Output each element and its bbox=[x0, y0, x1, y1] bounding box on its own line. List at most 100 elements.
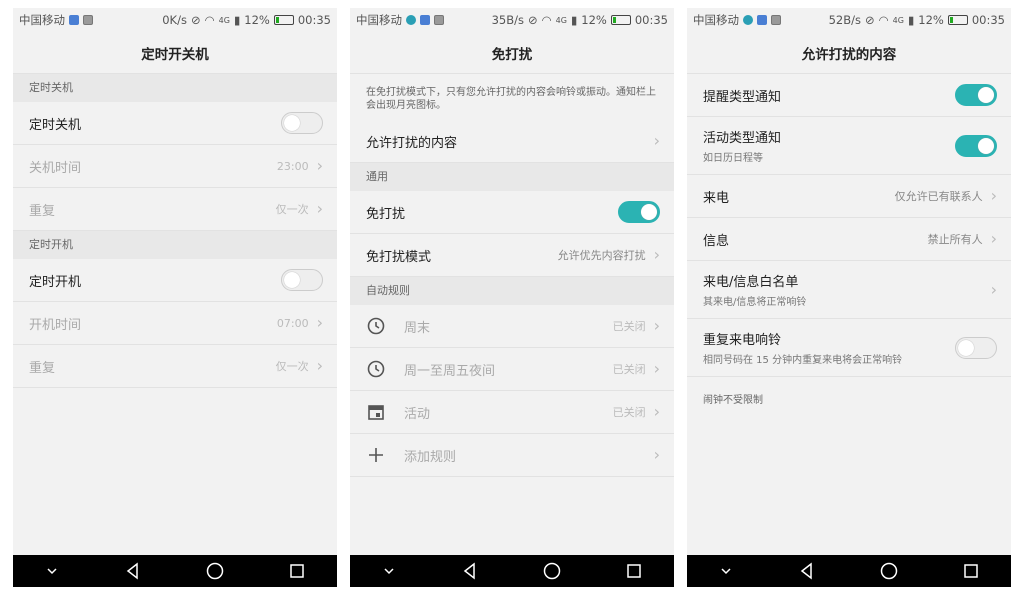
page-title: 免打扰 bbox=[350, 32, 674, 74]
clock-icon bbox=[366, 359, 386, 379]
rule-weeknight-row[interactable]: 周一至周五夜间 已关闭 › bbox=[350, 348, 674, 391]
navigation-bar bbox=[13, 555, 337, 587]
messages-row[interactable]: 信息 禁止所有人 › bbox=[687, 218, 1011, 261]
row-label: 定时开机 bbox=[29, 274, 82, 290]
carrier-label: 中国移动 bbox=[356, 13, 402, 27]
dnd-toggle[interactable] bbox=[618, 201, 660, 223]
row-subtitle: 其来电/信息将正常响铃 bbox=[703, 297, 807, 308]
row-value: 允许优先内容打扰 bbox=[557, 249, 646, 262]
signal-icon: ▮ bbox=[907, 13, 915, 27]
chevron-right-icon: › bbox=[990, 186, 997, 205]
page-title: 允许打扰的内容 bbox=[687, 32, 1011, 74]
row-label: 周末 bbox=[404, 320, 431, 336]
plus-icon bbox=[366, 445, 386, 465]
clock: 00:35 bbox=[971, 13, 1005, 27]
moon-icon bbox=[743, 15, 753, 25]
notification-icon bbox=[69, 15, 79, 25]
home-icon[interactable] bbox=[206, 562, 224, 580]
mute-icon: ⊘ bbox=[527, 13, 538, 27]
rule-weekend-row[interactable]: 周末 已关闭 › bbox=[350, 305, 674, 348]
shutdown-repeat-row[interactable]: 重复 仅一次 › bbox=[13, 188, 337, 231]
boot-repeat-row[interactable]: 重复 仅一次 › bbox=[13, 345, 337, 388]
back-icon[interactable] bbox=[461, 562, 479, 580]
chevron-right-icon: › bbox=[316, 356, 323, 375]
event-notifications-toggle[interactable] bbox=[955, 134, 997, 157]
row-label: 重复 bbox=[29, 360, 56, 376]
scheduled-shutdown-toggle[interactable] bbox=[281, 112, 323, 134]
network-type: 4G bbox=[892, 15, 904, 25]
calls-row[interactable]: 来电 仅允许已有联系人 › bbox=[687, 175, 1011, 218]
mute-icon: ⊘ bbox=[864, 13, 875, 27]
scheduled-boot-toggle[interactable] bbox=[281, 269, 323, 291]
recents-icon[interactable] bbox=[626, 563, 642, 579]
back-icon[interactable] bbox=[124, 562, 142, 580]
row-label: 重复来电响铃 bbox=[703, 333, 782, 348]
screen-allowed-content: 中国移动 52B/s ⊘ ◠ 4G ▮ 12% 00:35 允许打扰的内容 提醒… bbox=[687, 8, 1011, 587]
event-notifications-row[interactable]: 活动类型通知 如日历日程等 bbox=[687, 117, 1011, 175]
navigation-bar bbox=[687, 555, 1011, 587]
gallery-icon bbox=[771, 15, 781, 25]
chevron-right-icon: › bbox=[653, 245, 660, 264]
boot-time-row[interactable]: 开机时间 07:00 › bbox=[13, 302, 337, 345]
row-subtitle: 如日历日程等 bbox=[703, 153, 763, 164]
battery-icon bbox=[610, 15, 631, 25]
screen-do-not-disturb: 中国移动 35B/s ⊘ ◠ 4G ▮ 12% 00:35 免打扰 在免打扰模式… bbox=[350, 8, 674, 587]
chevron-right-icon: › bbox=[316, 313, 323, 332]
battery-icon bbox=[947, 15, 968, 25]
row-label: 来电 bbox=[703, 190, 730, 206]
recents-icon[interactable] bbox=[289, 563, 305, 579]
chevron-right-icon: › bbox=[653, 131, 660, 150]
row-label: 定时关机 bbox=[29, 117, 82, 133]
row-label: 开机时间 bbox=[29, 317, 82, 333]
dnd-row[interactable]: 免打扰 bbox=[350, 191, 674, 234]
recents-icon[interactable] bbox=[963, 563, 979, 579]
mute-icon: ⊘ bbox=[190, 13, 201, 27]
signal-icon: ▮ bbox=[570, 13, 578, 27]
row-value: 禁止所有人 bbox=[927, 233, 983, 246]
section-header-boot: 定时开机 bbox=[13, 231, 337, 259]
chevron-right-icon: › bbox=[653, 445, 660, 464]
row-label: 周一至周五夜间 bbox=[404, 363, 496, 379]
row-label: 关机时间 bbox=[29, 160, 82, 176]
moon-icon bbox=[406, 15, 416, 25]
rule-event-row[interactable]: 活动 已关闭 › bbox=[350, 391, 674, 434]
row-label: 允许打扰的内容 bbox=[366, 135, 458, 151]
clock-icon bbox=[366, 316, 386, 336]
calendar-icon bbox=[366, 402, 386, 422]
row-value: 仅一次 bbox=[275, 360, 309, 373]
home-icon[interactable] bbox=[880, 562, 898, 580]
collapse-icon[interactable] bbox=[45, 564, 59, 578]
whitelist-row[interactable]: 来电/信息白名单 其来电/信息将正常响铃 › bbox=[687, 261, 1011, 319]
row-label: 免打扰 bbox=[366, 206, 406, 222]
repeat-calls-row[interactable]: 重复来电响铃 相同号码在 15 分钟内重复来电将会正常响铃 bbox=[687, 319, 1011, 377]
notification-icon bbox=[757, 15, 767, 25]
shutdown-time-row[interactable]: 关机时间 23:00 › bbox=[13, 145, 337, 188]
wifi-icon: ◠ bbox=[541, 13, 552, 27]
status-bar: 中国移动 0K/s ⊘ ◠ 4G ▮ 12% 00:35 bbox=[13, 8, 337, 32]
collapse-icon[interactable] bbox=[719, 564, 733, 578]
dnd-description: 在免打扰模式下，只有您允许打扰的内容会响铃或振动。通知栏上会出现月亮图标。 bbox=[350, 74, 674, 120]
dnd-mode-row[interactable]: 免打扰模式 允许优先内容打扰 › bbox=[350, 234, 674, 277]
repeat-calls-toggle[interactable] bbox=[955, 336, 997, 359]
row-value: 仅允许已有联系人 bbox=[894, 190, 983, 203]
allowed-content-row[interactable]: 允许打扰的内容 › bbox=[350, 120, 674, 163]
scheduled-shutdown-row[interactable]: 定时关机 bbox=[13, 102, 337, 145]
gallery-icon bbox=[434, 15, 444, 25]
collapse-icon[interactable] bbox=[382, 564, 396, 578]
reminder-notifications-toggle[interactable] bbox=[955, 84, 997, 106]
row-label: 重复 bbox=[29, 203, 56, 219]
section-header-auto-rules: 自动规则 bbox=[350, 277, 674, 305]
net-speed: 52B/s bbox=[828, 13, 861, 27]
home-icon[interactable] bbox=[543, 562, 561, 580]
row-value: 07:00 bbox=[276, 316, 309, 330]
navigation-bar bbox=[350, 555, 674, 587]
reminder-notifications-row[interactable]: 提醒类型通知 bbox=[687, 74, 1011, 117]
add-rule-row[interactable]: 添加规则 › bbox=[350, 434, 674, 477]
signal-icon: ▮ bbox=[233, 13, 241, 27]
back-icon[interactable] bbox=[798, 562, 816, 580]
screen-scheduled-power: 中国移动 0K/s ⊘ ◠ 4G ▮ 12% 00:35 定时开关机 定时关机 … bbox=[13, 8, 337, 587]
clock: 00:35 bbox=[634, 13, 668, 27]
row-label: 提醒类型通知 bbox=[703, 89, 782, 105]
row-label: 来电/信息白名单 bbox=[703, 275, 799, 290]
scheduled-boot-row[interactable]: 定时开机 bbox=[13, 259, 337, 302]
